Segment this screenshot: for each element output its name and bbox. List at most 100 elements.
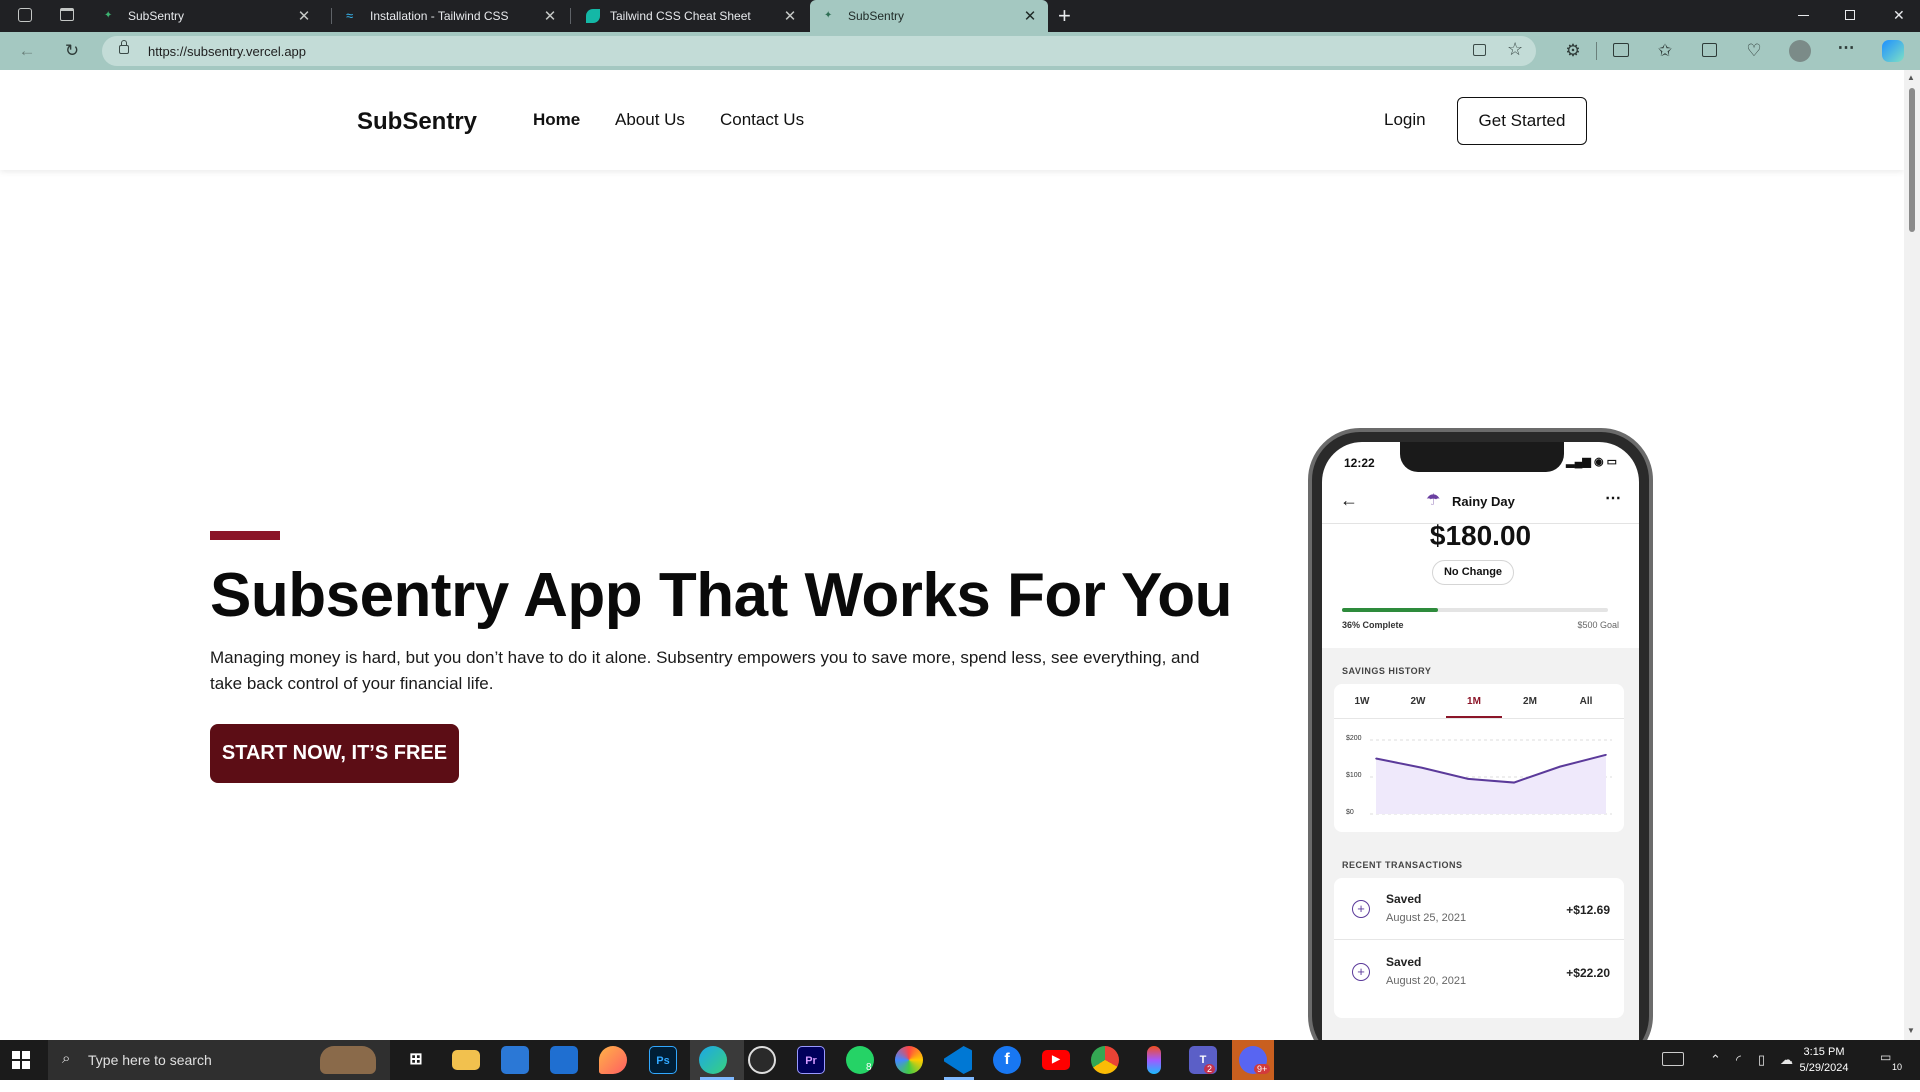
windows-start-icon[interactable] xyxy=(12,1051,30,1069)
figma-icon[interactable] xyxy=(1147,1046,1161,1074)
back-arrow-icon[interactable]: ← xyxy=(1340,490,1358,511)
show-hidden-icons-icon[interactable]: ⌃ xyxy=(1710,1052,1721,1068)
site-logo[interactable]: SubSentry xyxy=(357,108,477,136)
search-icon: ⌕ xyxy=(62,1050,71,1067)
split-screen-icon[interactable] xyxy=(1613,43,1629,57)
lock-icon[interactable] xyxy=(119,45,129,54)
login-link[interactable]: Login xyxy=(1384,110,1426,130)
wifi-icon[interactable]: ◜ xyxy=(1736,1052,1741,1068)
collections-icon[interactable] xyxy=(1702,43,1717,57)
workspaces-icon[interactable] xyxy=(18,8,32,22)
tab-subsentry-1[interactable]: ✦ SubSentry ✕ xyxy=(90,0,322,32)
close-tab-icon[interactable]: ✕ xyxy=(296,7,312,25)
get-started-button[interactable]: Get Started xyxy=(1457,97,1587,145)
chart-point xyxy=(1421,766,1423,769)
tab-actions-icon[interactable] xyxy=(60,8,74,21)
notification-center-icon[interactable]: ▭ xyxy=(1880,1050,1891,1064)
performance-icon[interactable]: ♡ xyxy=(1744,41,1764,61)
windows-taskbar: ⌕ Type here to search ⊞ Ps Pr 8 f ▶ T 2 … xyxy=(0,1040,1920,1080)
plus-circle-icon: + xyxy=(1352,963,1370,981)
url-text[interactable]: https://subsentry.vercel.app xyxy=(148,44,306,59)
refresh-icon[interactable]: ↻ xyxy=(62,41,82,61)
search-placeholder: Type here to search xyxy=(88,1052,212,1068)
hero-description: Managing money is hard, but you don’t ha… xyxy=(210,648,1200,693)
keyboard-icon[interactable] xyxy=(1662,1052,1684,1066)
phone-screen: 12:22 ▂▄▆ ◉ ▭ ← ☂ Rainy Day ⋯ $180.00 No… xyxy=(1322,442,1639,1092)
nav-home[interactable]: Home xyxy=(533,110,580,130)
phone-notch xyxy=(1400,442,1564,472)
nav-about-us[interactable]: About Us xyxy=(615,110,685,130)
paint-icon[interactable] xyxy=(599,1046,627,1074)
onedrive-icon[interactable]: ☁ xyxy=(1780,1052,1793,1068)
goal-progress-track xyxy=(1342,608,1608,612)
tab-subsentry-active[interactable]: ✦ SubSentry ✕ xyxy=(810,0,1048,32)
file-explorer-icon[interactable] xyxy=(452,1050,480,1070)
phone-header: ← ☂ Rainy Day ⋯ xyxy=(1322,482,1639,524)
facebook-icon[interactable]: f xyxy=(993,1046,1021,1074)
toolbar-divider xyxy=(1596,42,1597,60)
scroll-down-arrow-icon[interactable]: ▼ xyxy=(1907,1026,1915,1035)
favorites-icon[interactable]: ✩ xyxy=(1655,41,1675,61)
profile-avatar[interactable] xyxy=(1789,40,1811,62)
more-icon[interactable]: ⋯ xyxy=(1605,488,1621,508)
close-tab-icon[interactable]: ✕ xyxy=(542,7,558,25)
copilot-icon[interactable] xyxy=(1882,40,1904,62)
whatsapp-badge: 8 xyxy=(866,1062,872,1073)
nav-contact-us[interactable]: Contact Us xyxy=(720,110,804,130)
clock-time: 3:15 PM xyxy=(1803,1046,1845,1058)
signal-battery-icon: ▂▄▆ ◉ ▭ xyxy=(1566,456,1617,468)
battery-icon[interactable]: ▯ xyxy=(1758,1052,1765,1068)
address-bar[interactable]: https://subsentry.vercel.app ☆ xyxy=(102,36,1536,66)
minimize-icon[interactable] xyxy=(1798,15,1809,16)
transaction-amount: +$22.20 xyxy=(1566,966,1610,980)
tailwind-favicon-icon: ≈ xyxy=(346,8,354,23)
start-now-button[interactable]: START NOW, IT’S FREE xyxy=(210,724,459,783)
photoshop-icon[interactable]: Ps xyxy=(649,1046,677,1074)
phone-title: Rainy Day xyxy=(1452,494,1515,509)
tab-installation-tailwind[interactable]: ≈ Installation - Tailwind CSS ✕ xyxy=(332,0,568,32)
close-tab-icon[interactable]: ✕ xyxy=(782,7,798,25)
close-window-icon[interactable]: ✕ xyxy=(1893,7,1905,24)
colorful-app-icon[interactable] xyxy=(895,1046,923,1074)
chart-point xyxy=(1467,778,1469,780)
subsentry-favicon-icon: ✦ xyxy=(104,10,113,21)
savings-amount: $180.00 xyxy=(1429,520,1532,551)
scroll-up-arrow-icon[interactable]: ▲ xyxy=(1907,73,1915,82)
close-tab-icon[interactable]: ✕ xyxy=(1022,7,1038,25)
restore-icon[interactable] xyxy=(1845,10,1855,20)
tab-title: Installation - Tailwind CSS xyxy=(370,9,509,23)
plus-circle-icon: + xyxy=(1352,900,1370,918)
more-options-icon[interactable]: ⋯ xyxy=(1836,38,1856,58)
goal-progress-fill xyxy=(1342,608,1438,612)
mail-icon[interactable] xyxy=(550,1046,578,1074)
vscode-icon[interactable] xyxy=(944,1046,972,1074)
extensions-icon[interactable]: ⚙ xyxy=(1563,41,1583,61)
otter-decoration-icon xyxy=(320,1046,376,1074)
scrollbar-thumb[interactable] xyxy=(1909,88,1915,232)
transaction-row[interactable]: + Saved August 25, 2021 +$12.69 xyxy=(1334,878,1624,940)
task-view-icon[interactable]: ⊞ xyxy=(402,1046,430,1074)
browser-toolbar: ← ↻ https://subsentry.vercel.app ☆ ⚙ ✩ ♡… xyxy=(0,32,1920,70)
recent-transactions-label: RECENT TRANSACTIONS xyxy=(1342,860,1463,870)
edge-browser-icon[interactable] xyxy=(699,1046,727,1074)
ms-store-icon[interactable] xyxy=(501,1046,529,1074)
tab-title: SubSentry xyxy=(128,9,185,23)
tab-tailwind-cheat-sheet[interactable]: Tailwind CSS Cheat Sheet ✕ xyxy=(572,0,808,32)
app-available-icon[interactable] xyxy=(1473,44,1486,56)
favorite-star-icon[interactable]: ☆ xyxy=(1507,39,1523,60)
taskbar-search[interactable]: ⌕ Type here to search xyxy=(48,1040,390,1080)
phone-mockup: 12:22 ▂▄▆ ◉ ▭ ← ☂ Rainy Day ⋯ $180.00 No… xyxy=(1308,428,1653,1092)
page-scrollbar[interactable]: ▲ ▼ xyxy=(1904,70,1920,1040)
premiere-icon[interactable]: Pr xyxy=(797,1046,825,1074)
whatsapp-desktop-icon[interactable] xyxy=(748,1046,776,1074)
system-clock[interactable]: 3:15 PM 5/29/2024 xyxy=(1794,1044,1854,1076)
back-arrow-icon[interactable]: ← xyxy=(17,41,37,61)
new-tab-button[interactable]: + xyxy=(1058,3,1071,29)
cheatsheet-favicon-icon xyxy=(586,9,600,23)
transaction-date: August 25, 2021 xyxy=(1386,912,1467,924)
transaction-label: Saved xyxy=(1386,955,1422,969)
chrome-icon[interactable] xyxy=(1091,1046,1119,1074)
progress-label: 36% Complete xyxy=(1342,620,1404,630)
youtube-icon[interactable]: ▶ xyxy=(1042,1050,1070,1070)
transaction-row[interactable]: + Saved August 20, 2021 +$22.20 xyxy=(1334,941,1624,1003)
